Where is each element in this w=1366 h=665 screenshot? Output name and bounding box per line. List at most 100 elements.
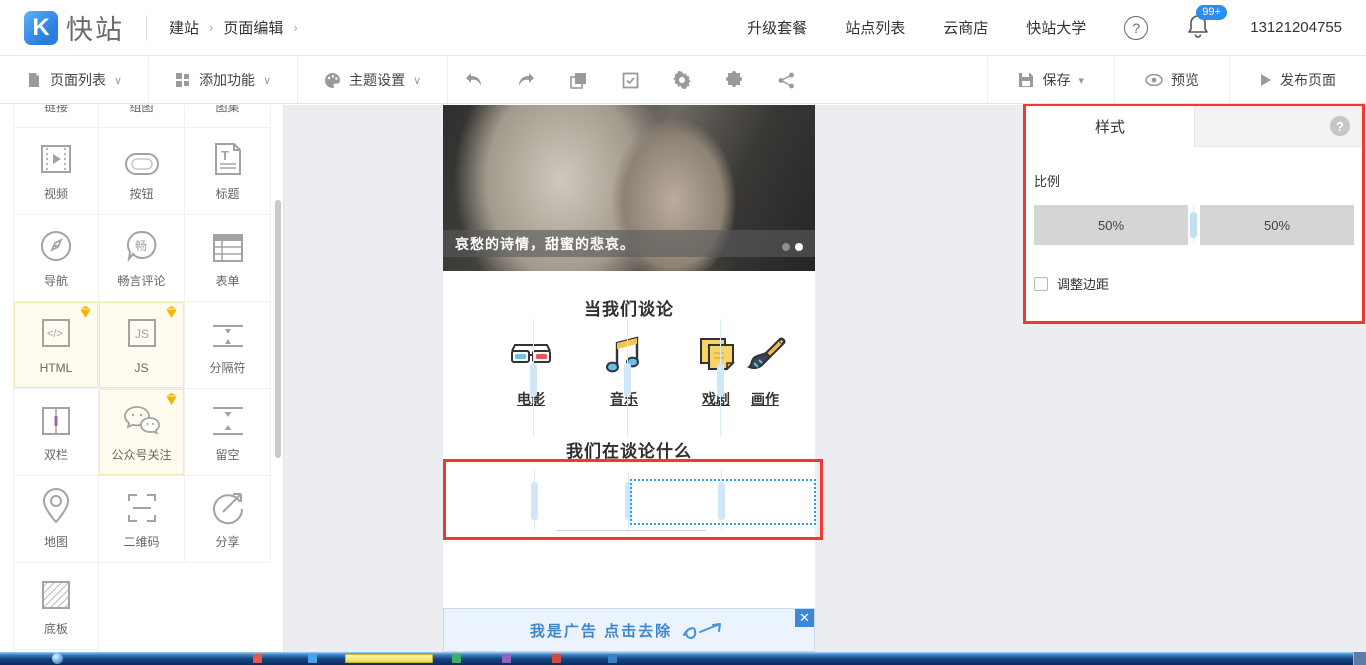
plugins-button[interactable] [708, 57, 760, 103]
component-changyan-comments[interactable]: 畅 畅言评论 [99, 215, 185, 302]
page-icon [26, 72, 42, 88]
notification-bell[interactable]: 99+ [1186, 13, 1212, 43]
component-share[interactable]: 分享 [185, 476, 271, 563]
column-drag-handle[interactable] [717, 363, 724, 397]
column-drag-handle[interactable] [624, 363, 631, 397]
chevron-down-icon: ∨ [413, 74, 421, 87]
add-feature-button[interactable]: 添加功能 ∨ [149, 57, 298, 103]
taskbar-icon[interactable] [452, 654, 461, 663]
editor-toolbar: 页面列表 ∨ 添加功能 ∨ 主题设置 ∨ [0, 57, 1366, 104]
save-button[interactable]: 保存 ▾ [987, 57, 1114, 103]
select-mode-button[interactable] [604, 57, 656, 103]
section-title-1[interactable]: 当我们谈论 [443, 295, 815, 320]
panel-help-icon[interactable]: ? [1330, 116, 1350, 136]
component-gallery[interactable]: 图集 [185, 105, 271, 128]
component-spacer[interactable]: 留空 [185, 389, 271, 476]
help-icon[interactable]: ? [1124, 16, 1148, 40]
component-qrcode[interactable]: 二维码 [99, 476, 185, 563]
taskbar-active-window[interactable] [345, 654, 433, 663]
component-two-columns[interactable]: 双栏 [13, 389, 99, 476]
redo-button[interactable] [500, 57, 552, 103]
carousel-dots[interactable] [782, 243, 803, 251]
component-form[interactable]: 表单 [185, 215, 271, 302]
component-navigation[interactable]: 导航 [13, 215, 99, 302]
component-backboard[interactable]: 底板 [13, 563, 99, 650]
column-drag-handle[interactable] [531, 482, 538, 520]
publish-page-button[interactable]: 发布页面 [1229, 57, 1366, 103]
palette-icon [324, 72, 341, 89]
ad-text[interactable]: 我是广告 点击去除 [530, 620, 672, 641]
start-orb-icon[interactable] [52, 653, 63, 664]
theme-settings-button[interactable]: 主题设置 ∨ [298, 57, 448, 103]
breadcrumb-page-edit[interactable]: 页面编辑 [223, 17, 283, 38]
component-label: 分隔符 [209, 361, 245, 375]
breadcrumb-site-build[interactable]: 建站 [169, 17, 199, 38]
compass-icon [37, 223, 75, 265]
component-label: 底板 [44, 622, 68, 636]
share-button[interactable] [760, 57, 812, 103]
copy-pages-icon [570, 72, 587, 89]
carousel-dot[interactable] [782, 243, 790, 251]
ratio-bar-right[interactable]: 50% [1200, 205, 1354, 245]
component-html[interactable]: </> HTML [13, 302, 99, 389]
taskbar-icon[interactable] [308, 654, 317, 663]
preview-button[interactable]: 预览 [1114, 57, 1229, 103]
component-link[interactable]: 链接 [13, 105, 99, 128]
windows-taskbar[interactable] [0, 652, 1366, 665]
undo-button[interactable] [448, 57, 500, 103]
paint-brush-icon [742, 333, 788, 379]
account-phone[interactable]: 13121204755 [1250, 19, 1342, 36]
tab-style[interactable]: 样式 [1026, 106, 1194, 147]
component-js[interactable]: JS JS [99, 302, 185, 389]
component-separator[interactable]: 分隔符 [185, 302, 271, 389]
topic-label: 画作 [751, 389, 779, 409]
sidebar-scrollbar[interactable] [275, 200, 281, 458]
svg-text:JS: JS [135, 327, 149, 341]
taskbar-icon[interactable] [608, 654, 617, 663]
component-image-group[interactable]: 组图 [99, 105, 185, 128]
panel-tab-rest: ? [1194, 106, 1362, 147]
nav-kuaizhan-academy[interactable]: 快站大学 [1026, 17, 1086, 38]
ad-banner[interactable]: 我是广告 点击去除 ✕ [443, 608, 815, 652]
component-button[interactable]: 按钮 [99, 128, 185, 215]
ad-close-button[interactable]: ✕ [795, 609, 814, 627]
topic-painting[interactable]: 画作 [730, 333, 800, 409]
carousel-dot-active[interactable] [795, 243, 803, 251]
panel-tabs: 样式 ? [1026, 106, 1362, 147]
nav-site-list[interactable]: 站点列表 [845, 17, 905, 38]
column-drag-handle[interactable] [530, 363, 537, 397]
selected-column-outline[interactable] [630, 479, 816, 525]
map-pin-icon [39, 484, 73, 526]
nav-cloud-store[interactable]: 云商店 [943, 17, 988, 38]
kuaizhan-logo[interactable]: K 快站 [24, 8, 124, 47]
taskbar-icon[interactable] [552, 654, 561, 663]
taskbar-icon[interactable] [253, 654, 262, 663]
ratio-bar-left[interactable]: 50% [1034, 205, 1188, 245]
annotation-box-canvas [443, 459, 823, 540]
component-map[interactable]: 地图 [13, 476, 99, 563]
nav-upgrade-plan[interactable]: 升级套餐 [747, 17, 807, 38]
taskbar-icon[interactable] [502, 654, 511, 663]
page-list-label: 页面列表 [50, 70, 106, 90]
kuaizhan-logo-text: 快站 [66, 8, 124, 47]
ad-squiggle-arrow-icon [682, 619, 728, 641]
component-video[interactable]: 视频 [13, 128, 99, 215]
column-divider [534, 470, 535, 532]
component-wechat-follow[interactable]: 公众号关注 [99, 389, 185, 476]
topic-label: 戏剧 [702, 389, 730, 409]
page-list-button[interactable]: 页面列表 ∨ [0, 57, 149, 103]
component-label: 按钮 [129, 187, 153, 201]
margin-checkbox-label: 调整边距 [1057, 274, 1109, 293]
ratio-drag-handle[interactable] [1190, 212, 1197, 238]
copy-button[interactable] [552, 57, 604, 103]
component-title[interactable]: T 标题 [185, 128, 271, 215]
page-editor: K 快站 建站 › 页面编辑 › 升级套餐 站点列表 云商店 快站大学 ? 99… [0, 0, 1366, 665]
component-label: HTML [40, 361, 73, 375]
margin-checkbox[interactable] [1034, 277, 1048, 291]
carousel-image[interactable]: 哀愁的诗情，甜蜜的悲哀。 [443, 105, 815, 271]
show-desktop-button[interactable] [1353, 652, 1366, 665]
component-label: 导航 [44, 274, 68, 288]
settings-button[interactable] [656, 57, 708, 103]
share-icon [778, 72, 795, 89]
style-panel: 样式 ? 比例 50% 50% 调整边距 [1023, 103, 1365, 324]
